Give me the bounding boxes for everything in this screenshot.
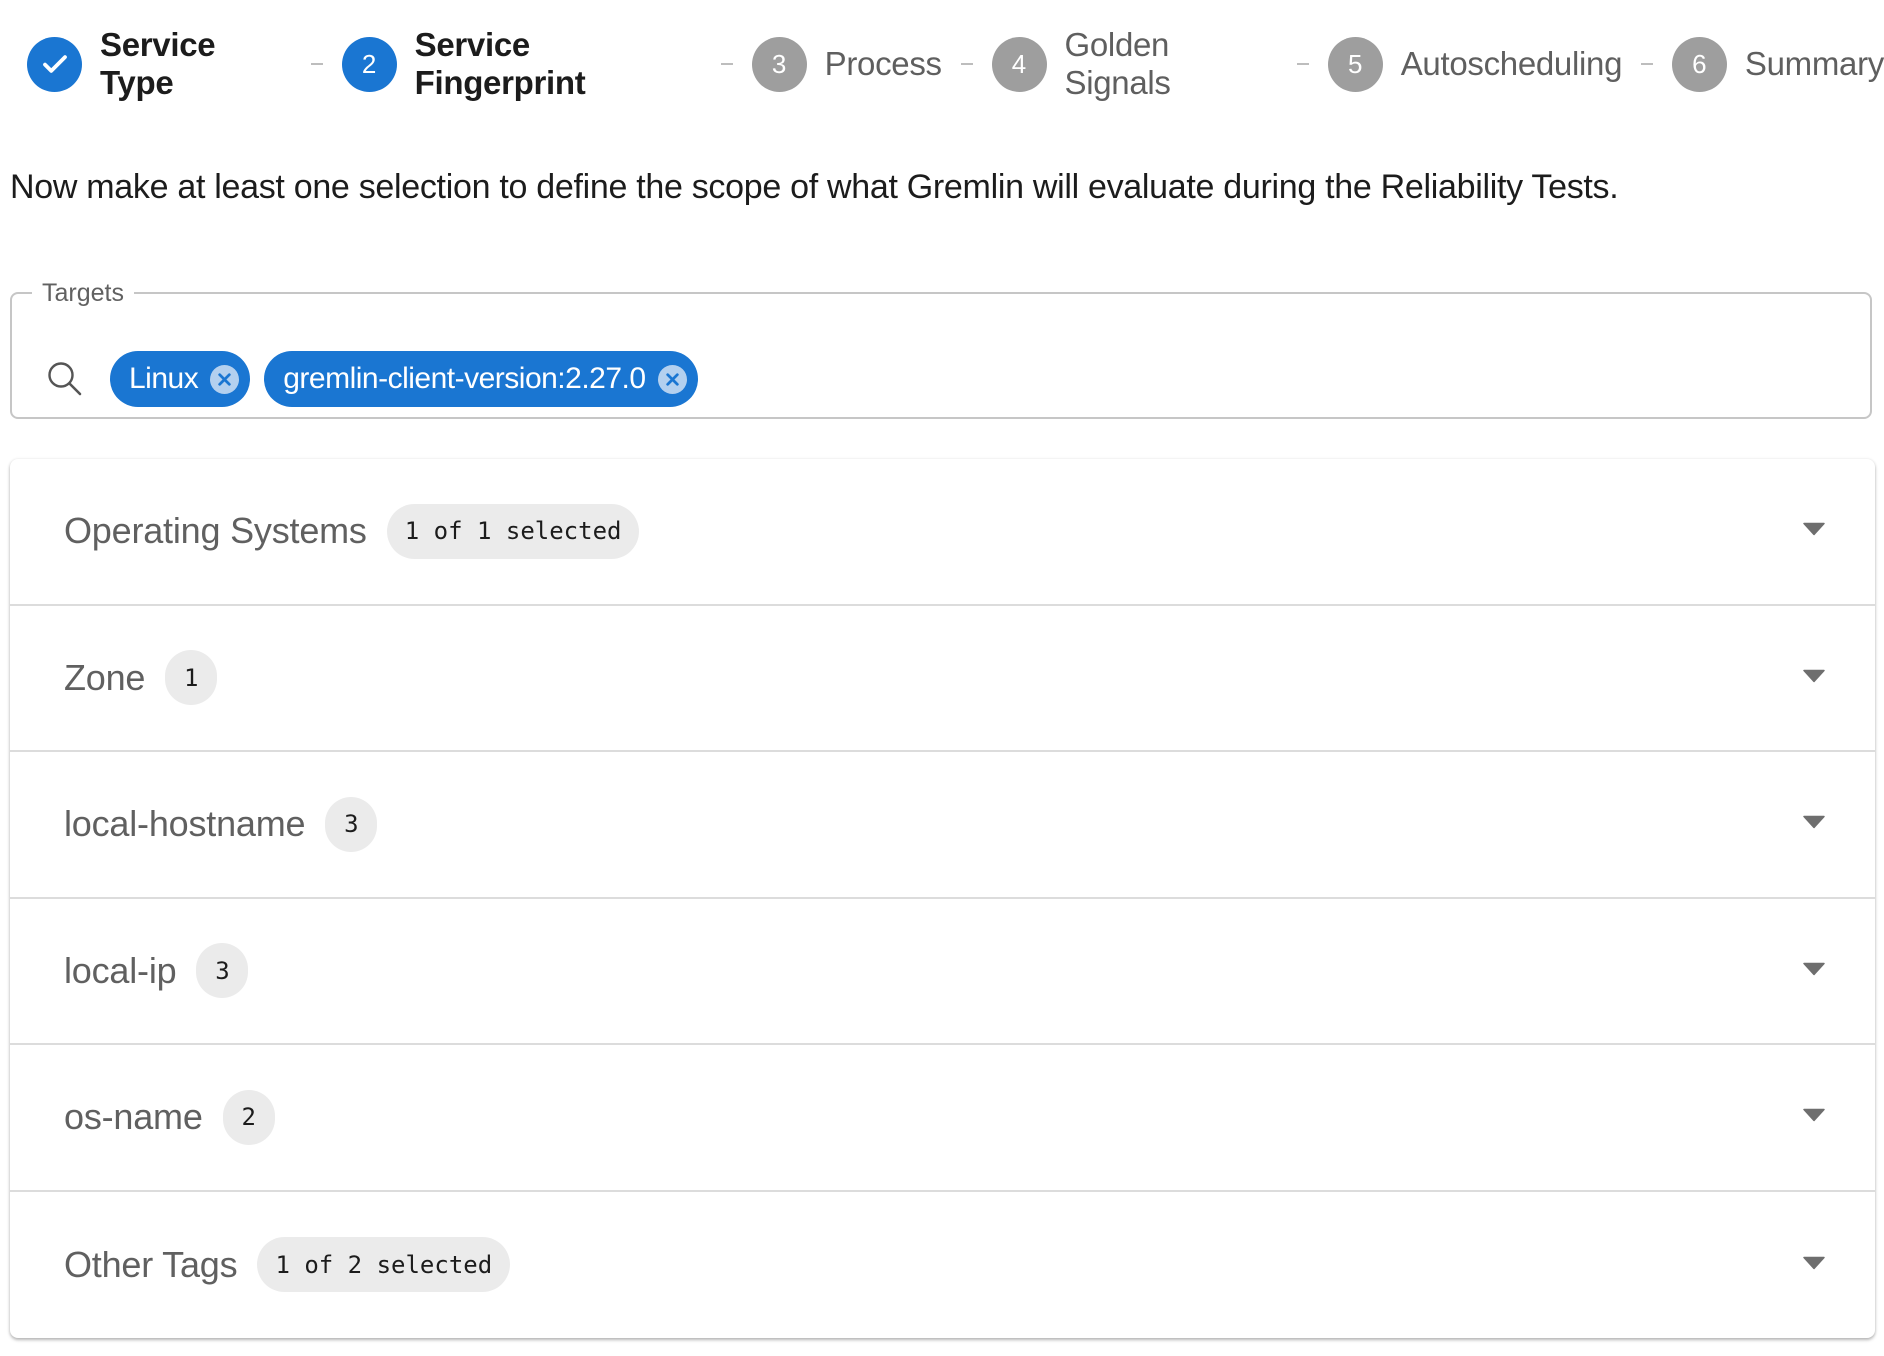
stepper: Service Type 2 Service Fingerprint 3 Pro… <box>27 26 1884 101</box>
chevron-down-icon[interactable] <box>1803 962 1825 976</box>
step-summary[interactable]: 6 Summary <box>1671 36 1884 92</box>
step-label: Service Type <box>100 26 216 101</box>
close-circle-icon[interactable] <box>210 364 240 394</box>
step-golden-signals[interactable]: 4 Golden Signals <box>991 26 1278 102</box>
step-connector <box>720 63 733 65</box>
target-chip-gremlin-client-version[interactable]: gremlin-client-version:2.27.0 <box>264 351 698 407</box>
targets-label: Targets <box>42 279 124 307</box>
accordion-title: Other Tags <box>64 1243 238 1285</box>
step-service-fingerprint[interactable]: 2 Service Fingerprint <box>341 26 702 102</box>
accordion-local-ip[interactable]: local-ip 3 <box>10 899 1875 1045</box>
count-badge: 2 <box>222 1089 275 1145</box>
accordion-other-tags[interactable]: Other Tags 1 of 2 selected <box>10 1192 1875 1339</box>
step-label: Process <box>824 45 942 82</box>
step-service-type[interactable]: Service Type <box>27 26 292 102</box>
step-1-circle <box>27 36 82 92</box>
accordion-title: local-hostname <box>64 803 306 845</box>
accordion-title: Zone <box>64 656 146 698</box>
step-connector <box>310 63 323 65</box>
chevron-down-icon[interactable] <box>1803 1256 1825 1270</box>
step-autoscheduling[interactable]: 5 Autoscheduling <box>1327 36 1623 92</box>
selection-badge: 1 of 1 selected <box>386 503 640 559</box>
step-5-circle: 5 <box>1327 36 1383 92</box>
accordion-local-hostname[interactable]: local-hostname 3 <box>10 752 1875 899</box>
selection-badge: 1 of 2 selected <box>257 1237 511 1293</box>
targets-chip-row: Linux gremlin-client-version:2.27.0 <box>46 351 712 407</box>
accordion-os-name[interactable]: os-name 2 <box>10 1045 1875 1192</box>
step-6-circle: 6 <box>1671 36 1727 92</box>
target-chip-linux[interactable]: Linux <box>110 351 251 407</box>
accordion-operating-systems[interactable]: Operating Systems 1 of 1 selected <box>10 459 1875 606</box>
accordion-title: Operating Systems <box>64 510 367 552</box>
count-badge: 1 <box>165 650 218 706</box>
check-icon <box>42 55 67 73</box>
accordion-title: local-ip <box>64 949 177 991</box>
step-process[interactable]: 3 Process <box>751 36 942 92</box>
step-4-circle: 4 <box>991 36 1047 92</box>
chevron-down-icon[interactable] <box>1803 1108 1825 1122</box>
step-label: Autoscheduling <box>1400 45 1623 82</box>
step-connector <box>1296 63 1309 65</box>
accordion-title: os-name <box>64 1096 203 1138</box>
step-label: Service Fingerprint <box>414 26 586 101</box>
chevron-down-icon[interactable] <box>1803 669 1825 683</box>
count-badge: 3 <box>196 943 249 999</box>
step-2-circle: 2 <box>341 36 397 92</box>
chip-label: gremlin-client-version:2.27.0 <box>283 362 646 395</box>
targets-input[interactable]: Targets Linux gremlin-client-version:2.2… <box>10 279 1872 419</box>
step-label: Golden Signals <box>1064 26 1171 101</box>
step-connector <box>960 63 973 65</box>
instructions-text: Now make at least one selection to defin… <box>10 168 1619 206</box>
chip-label: Linux <box>129 362 199 395</box>
step-3-circle: 3 <box>751 36 807 92</box>
filter-accordion: Operating Systems 1 of 1 selected Zone 1… <box>10 459 1875 1338</box>
close-circle-icon[interactable] <box>657 364 687 394</box>
accordion-zone[interactable]: Zone 1 <box>10 606 1875 752</box>
chevron-down-icon[interactable] <box>1803 815 1825 829</box>
step-connector <box>1641 63 1653 65</box>
count-badge: 3 <box>325 796 378 852</box>
search-icon <box>46 359 86 399</box>
step-label: Summary <box>1744 45 1884 82</box>
chevron-down-icon[interactable] <box>1803 522 1825 536</box>
